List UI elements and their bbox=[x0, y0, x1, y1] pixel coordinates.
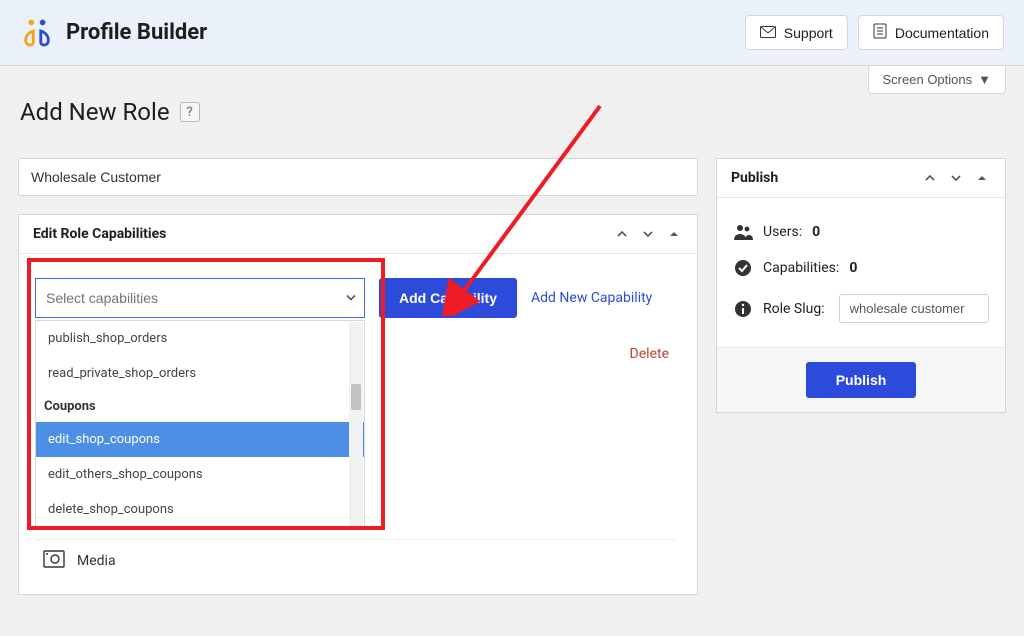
screen-options-label: Screen Options bbox=[883, 72, 973, 87]
capabilities-header: Edit Role Capabilities bbox=[19, 215, 697, 254]
documentation-label: Documentation bbox=[895, 25, 989, 41]
brand-logo-icon bbox=[20, 14, 54, 52]
scrollbar-thumb[interactable] bbox=[351, 384, 361, 410]
brand: Profile Builder bbox=[20, 14, 207, 52]
edit-role-capabilities-box: Edit Role Capabilities Add Capability Ad… bbox=[18, 214, 698, 595]
publish-box: Publish Users: 0 bbox=[716, 158, 1006, 413]
toggle-collapse-icon[interactable] bbox=[973, 169, 991, 187]
users-icon bbox=[733, 222, 753, 242]
help-icon[interactable]: ? bbox=[180, 102, 200, 122]
media-icon bbox=[43, 550, 65, 572]
users-row: Users: 0 bbox=[733, 214, 989, 250]
support-label: Support bbox=[784, 25, 833, 41]
capabilities-row: Capabilities: 0 bbox=[733, 250, 989, 286]
capabilities-title: Edit Role Capabilities bbox=[33, 226, 166, 242]
capabilities-count: 0 bbox=[849, 260, 857, 276]
move-down-icon[interactable] bbox=[639, 225, 657, 243]
move-up-icon[interactable] bbox=[613, 225, 631, 243]
role-slug-input[interactable] bbox=[839, 294, 989, 323]
brand-title: Profile Builder bbox=[66, 20, 207, 45]
dropdown-item[interactable]: read_private_shop_orders bbox=[36, 356, 364, 391]
role-title-input[interactable] bbox=[19, 159, 697, 195]
dropdown-scrollbar[interactable] bbox=[349, 322, 363, 526]
document-icon bbox=[873, 23, 887, 42]
publish-title: Publish bbox=[731, 170, 778, 186]
capability-row: Add Capability Add New Capability bbox=[35, 278, 681, 318]
capabilities-label: Capabilities: bbox=[763, 260, 839, 276]
support-button[interactable]: Support bbox=[745, 15, 848, 50]
dropdown-item[interactable]: edit_others_shop_coupons bbox=[36, 457, 364, 492]
publish-box-controls bbox=[921, 169, 991, 187]
dropdown-item[interactable]: edit_shop_coupons bbox=[36, 422, 364, 457]
users-label: Users: bbox=[763, 224, 802, 240]
delete-capability-link[interactable]: Delete bbox=[630, 346, 669, 362]
main-column: Edit Role Capabilities Add Capability Ad… bbox=[18, 158, 698, 595]
topbar-buttons: Support Documentation bbox=[745, 15, 1004, 50]
capabilities-dropdown[interactable]: publish_shop_orders read_private_shop_or… bbox=[35, 320, 365, 528]
dropdown-item[interactable]: publish_shop_orders bbox=[36, 321, 364, 356]
publish-header: Publish bbox=[717, 159, 1005, 198]
media-row[interactable]: Media bbox=[35, 539, 675, 582]
role-slug-row: Role Slug: bbox=[733, 286, 989, 331]
role-title-panel bbox=[18, 158, 698, 196]
check-circle-icon bbox=[733, 258, 753, 278]
screen-options-button[interactable]: Screen Options ▼ bbox=[868, 66, 1006, 94]
capabilities-select[interactable] bbox=[35, 278, 365, 318]
users-count: 0 bbox=[812, 224, 820, 240]
publish-button[interactable]: Publish bbox=[806, 362, 917, 398]
info-icon bbox=[733, 299, 753, 319]
publish-footer: Publish bbox=[717, 347, 1005, 412]
role-slug-label: Role Slug: bbox=[763, 301, 825, 317]
move-down-icon[interactable] bbox=[947, 169, 965, 187]
add-new-capability-link[interactable]: Add New Capability bbox=[531, 290, 652, 306]
capabilities-select-input[interactable] bbox=[35, 278, 365, 318]
dropdown-group: Coupons bbox=[36, 391, 364, 422]
media-label: Media bbox=[77, 553, 116, 569]
publish-body: Users: 0 Capabilities: 0 Role Slug: bbox=[717, 198, 1005, 347]
capabilities-body: Add Capability Add New Capability Delete… bbox=[19, 254, 697, 594]
sidebar: Publish Users: 0 bbox=[716, 158, 1006, 413]
topbar: Profile Builder Support Documentation bbox=[0, 0, 1024, 66]
add-capability-button[interactable]: Add Capability bbox=[379, 278, 517, 318]
dropdown-item[interactable]: delete_shop_coupons bbox=[36, 492, 364, 527]
move-up-icon[interactable] bbox=[921, 169, 939, 187]
page-title-row: Add New Role ? bbox=[0, 94, 1024, 142]
screen-options-wrap: Screen Options ▼ bbox=[0, 66, 1024, 94]
documentation-button[interactable]: Documentation bbox=[858, 15, 1004, 50]
capabilities-box-controls bbox=[613, 225, 683, 243]
page-title: Add New Role bbox=[20, 98, 170, 126]
caret-down-icon: ▼ bbox=[978, 72, 991, 87]
toggle-collapse-icon[interactable] bbox=[665, 225, 683, 243]
mail-icon bbox=[760, 25, 776, 41]
